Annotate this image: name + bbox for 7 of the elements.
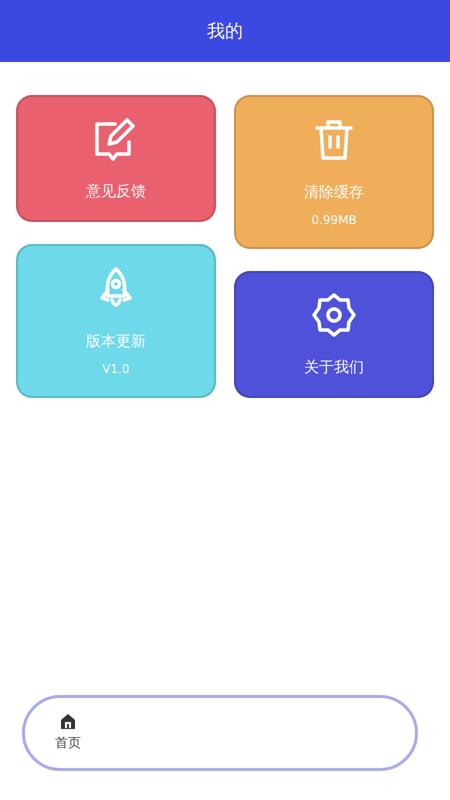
clear-cache-card[interactable]: 清除缓存 0.99MB — [234, 95, 434, 249]
feedback-card[interactable]: 意见反馈 — [16, 95, 216, 222]
page-title: 我的 — [207, 20, 243, 44]
home-tab[interactable]: 首页 — [55, 712, 81, 754]
version-card[interactable]: 版本更新 V1.0 — [16, 244, 216, 398]
home-icon — [59, 712, 77, 730]
about-card[interactable]: 关于我们 — [234, 271, 434, 398]
